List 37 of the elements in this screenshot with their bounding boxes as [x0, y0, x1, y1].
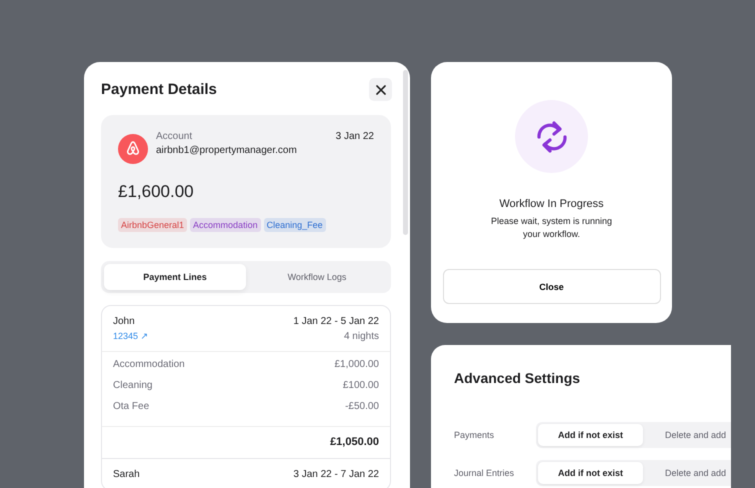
line-label: Cleaning [113, 380, 152, 391]
tag: AirbnbGeneral1 [118, 218, 188, 232]
booking-dates: 3 Jan 22 - 7 Jan 22 [293, 469, 379, 480]
segment-option[interactable]: Add if not exist [538, 424, 643, 446]
scrollbar[interactable] [403, 70, 408, 235]
line-label: Accommodation [113, 359, 185, 370]
account-date: 3 Jan 22 [336, 131, 374, 142]
panel-title: Advanced Settings [454, 370, 582, 386]
line-amount: -£50.00 [345, 401, 379, 412]
tag: Accommodation [190, 218, 261, 232]
tab[interactable]: Payment Lines [104, 264, 246, 290]
segment-option[interactable]: Delete and add [643, 462, 731, 484]
setting-label: Journal Entries [454, 468, 516, 478]
guest-name: John [113, 316, 136, 327]
account-amount: £1,600.00 [118, 182, 195, 202]
account-email: airbnb1@propertymanager.com [156, 145, 298, 156]
panel-title: Payment Details [101, 81, 217, 98]
setting-label: Payments [454, 430, 496, 440]
booking-dates: 1 Jan 22 - 5 Jan 22 [293, 316, 379, 327]
line-amount: £100.00 [342, 380, 379, 391]
close-button[interactable]: Close [442, 269, 660, 304]
nights-count: 4 nights [344, 331, 379, 342]
line-label: Ota Fee [113, 401, 150, 412]
tab[interactable]: Workflow Logs [246, 264, 388, 290]
logo-icon [118, 134, 148, 164]
tag: Cleaning_Fee [264, 218, 326, 232]
guest-name: Sarah [113, 469, 140, 480]
account-label: Account [156, 131, 194, 142]
booking-total: £1,050.00 [330, 436, 379, 448]
segment-option[interactable]: Delete and add [643, 424, 731, 446]
dialog-title: Workflow In Progress [499, 198, 604, 210]
dialog-message: Please wait, system is running your workflow. [490, 215, 614, 241]
reference-link[interactable]: 12345 ↗ [113, 331, 149, 341]
line-amount: £1,000.00 [334, 359, 379, 370]
close-icon [374, 84, 386, 96]
segment-option[interactable]: Add if not exist [538, 462, 643, 484]
close-button[interactable] [369, 78, 392, 101]
